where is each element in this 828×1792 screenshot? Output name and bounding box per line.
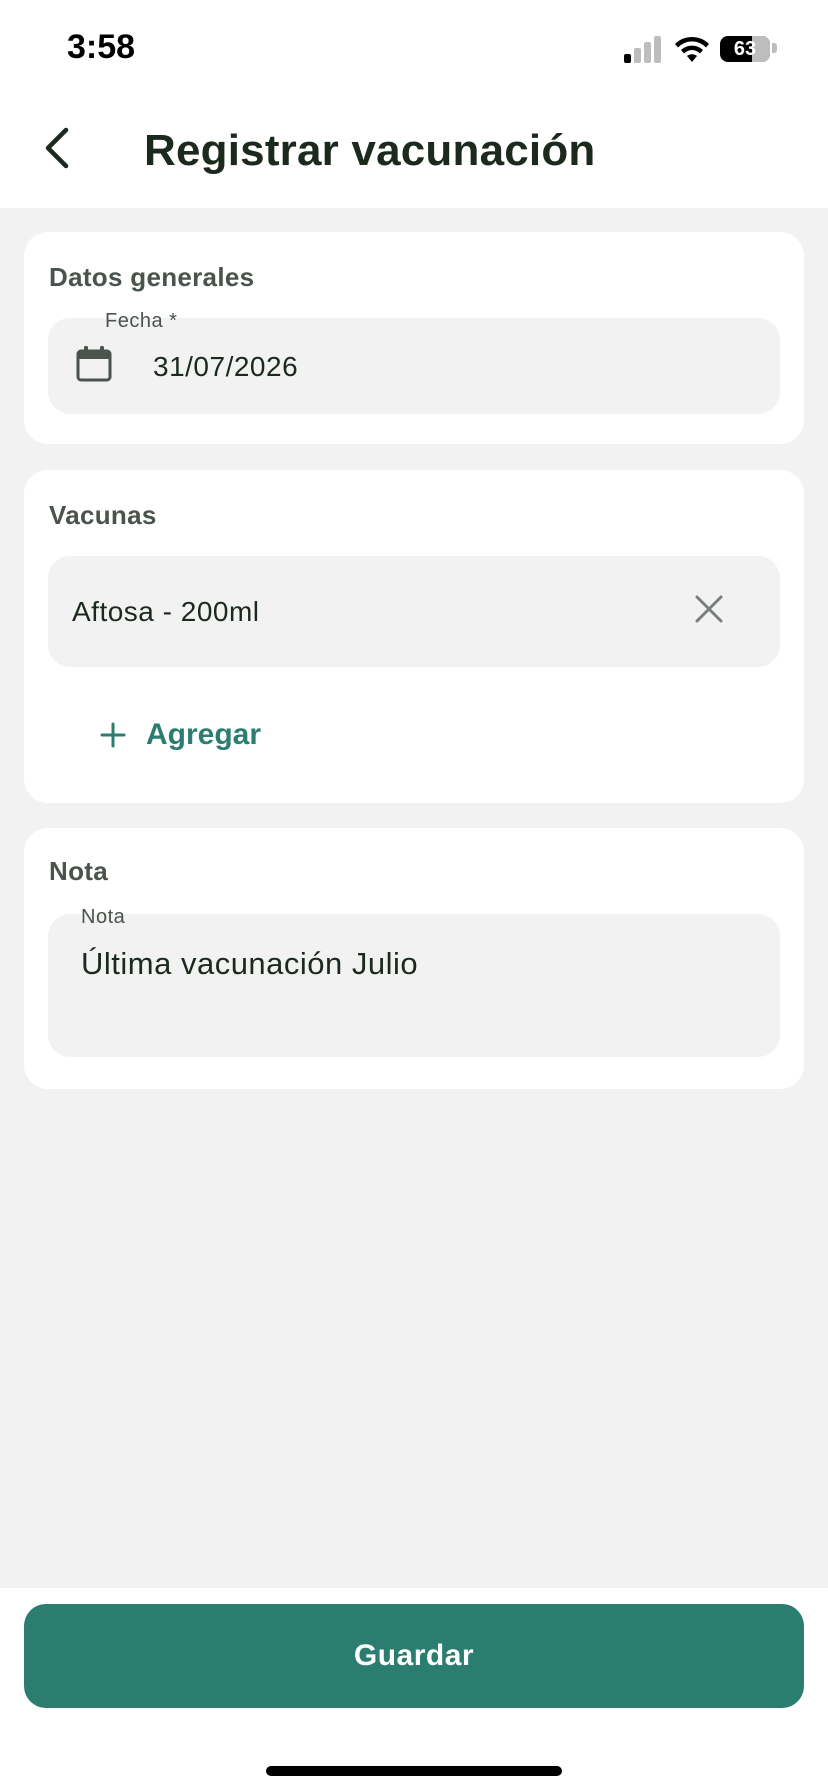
bottom-bar: Guardar bbox=[0, 1588, 828, 1792]
back-button[interactable] bbox=[28, 116, 84, 180]
battery-tip bbox=[772, 43, 777, 53]
app-bar: Registrar vacunación bbox=[0, 96, 828, 208]
note-field-value: Última vacunación Julio bbox=[81, 946, 419, 981]
battery-icon: 63 bbox=[720, 36, 770, 62]
vaccines-card: Vacunas Aftosa - 200ml Agregar bbox=[24, 470, 804, 803]
wifi-icon bbox=[675, 36, 709, 62]
status-icons: 63 bbox=[624, 34, 794, 64]
vaccine-item-label: Aftosa - 200ml bbox=[72, 596, 260, 627]
calendar-icon bbox=[76, 346, 112, 382]
general-data-card: Datos generales Fecha * 31/07/2026 bbox=[24, 232, 804, 444]
page-title: Registrar vacunación bbox=[144, 126, 596, 175]
add-vaccine-button[interactable]: Agregar bbox=[74, 710, 294, 760]
note-section-title: Nota bbox=[49, 856, 108, 886]
general-section-title: Datos generales bbox=[49, 262, 255, 292]
status-bar: 3:58 63 bbox=[0, 0, 828, 96]
plus-icon bbox=[100, 722, 126, 748]
note-field[interactable]: Nota Última vacunación Julio bbox=[48, 906, 780, 1057]
save-button[interactable]: Guardar bbox=[24, 1604, 804, 1708]
note-field-label: Nota bbox=[81, 906, 126, 928]
vaccines-section-title: Vacunas bbox=[49, 500, 157, 530]
chevron-left-icon bbox=[45, 127, 69, 169]
battery-percent: 63 bbox=[733, 38, 757, 60]
status-time: 3:58 bbox=[67, 28, 136, 66]
note-card: Nota Nota Última vacunación Julio bbox=[24, 828, 804, 1089]
date-field-value: 31/07/2026 bbox=[153, 351, 299, 382]
vaccine-item: Aftosa - 200ml bbox=[48, 556, 780, 667]
date-field-label: Fecha * bbox=[105, 310, 178, 332]
signal-icon bbox=[624, 36, 661, 63]
close-icon[interactable] bbox=[694, 594, 724, 624]
date-field[interactable]: Fecha * 31/07/2026 bbox=[48, 310, 780, 414]
home-indicator bbox=[266, 1766, 562, 1776]
add-vaccine-label: Agregar bbox=[146, 718, 262, 751]
